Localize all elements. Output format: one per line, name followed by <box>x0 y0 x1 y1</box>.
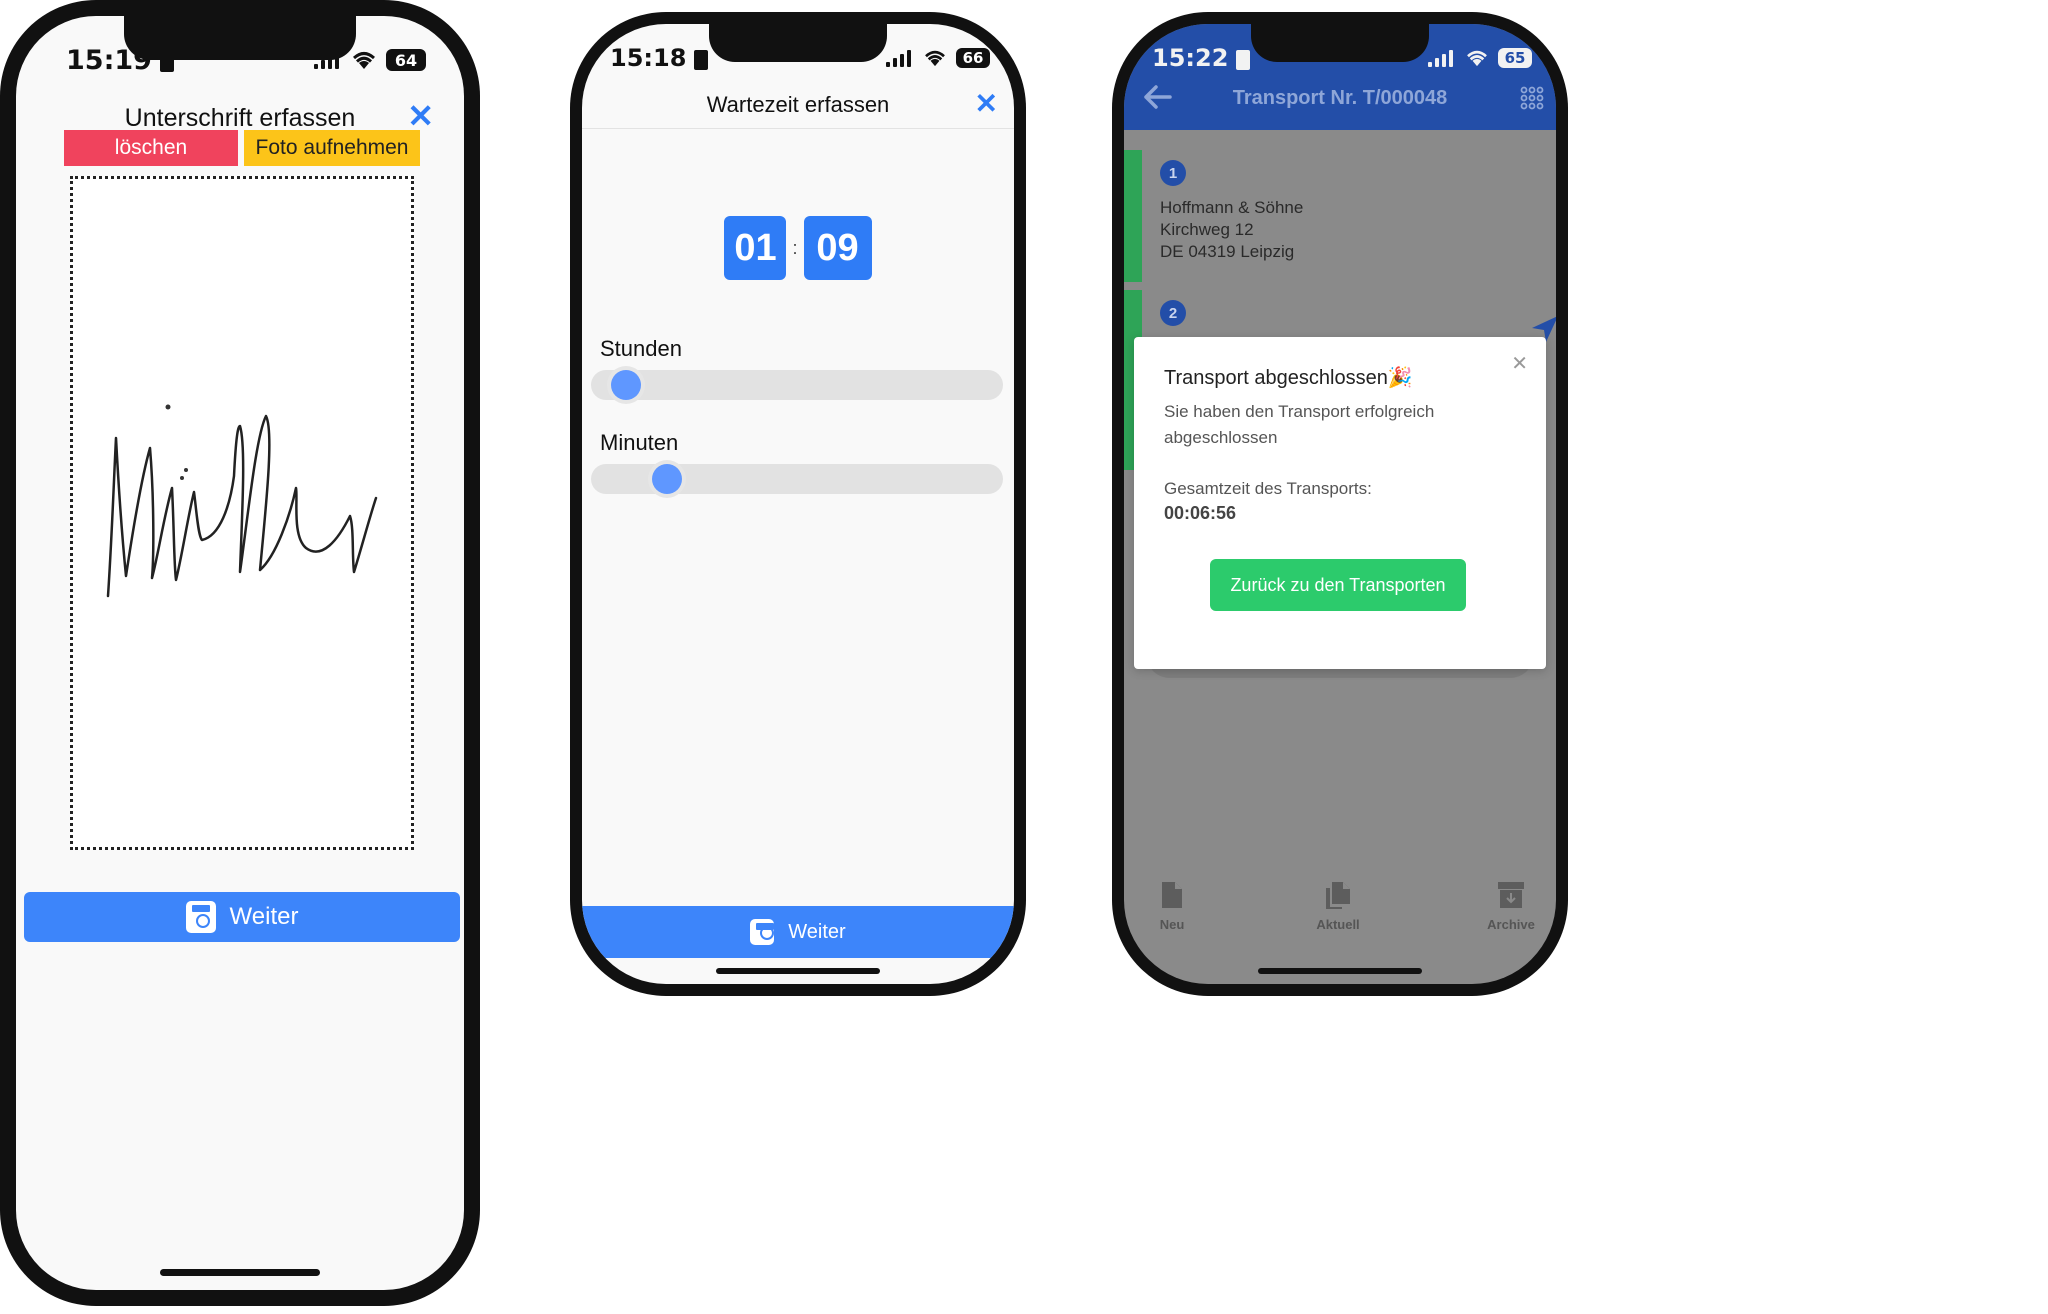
signal-icon <box>1428 49 1456 67</box>
grid-menu-icon[interactable] <box>1520 86 1544 110</box>
duration-value: 00:06:56 <box>1164 503 1237 523</box>
submit-button-label: Weiter <box>788 920 846 943</box>
signal-icon <box>886 49 914 67</box>
tab-bar: Neu Aktuell Archive <box>1124 880 1556 960</box>
hours-label: Stunden <box>600 336 682 361</box>
stop-city: DE 04319 Leipzig <box>1160 242 1295 261</box>
photo-button-label: Foto aufnehmen <box>255 136 409 159</box>
tab-archive[interactable]: Archive <box>1476 880 1546 932</box>
close-icon[interactable]: ✕ <box>1511 351 1528 376</box>
minutes-slider[interactable] <box>591 460 1003 498</box>
phone-wait-time: 15:18 66 Wartezeit erfassen ✕ 01 : 09 St… <box>570 12 1026 996</box>
back-to-transports-button[interactable]: Zurück zu den Transporten <box>1210 559 1466 611</box>
close-icon[interactable]: ✕ <box>975 90 998 118</box>
timer-display: 01 : 09 <box>582 216 1014 280</box>
status-time: 15:18 <box>610 44 687 72</box>
file-icon <box>1162 882 1182 908</box>
stop-number-badge: 2 <box>1160 300 1186 326</box>
timer-hours: 01 <box>724 216 787 280</box>
stop-name: Hoffmann & Söhne <box>1160 198 1304 217</box>
tab-new-label: Neu <box>1159 917 1185 932</box>
tab-current[interactable]: Aktuell <box>1298 880 1378 932</box>
page-title: Unterschrift erfassen <box>124 104 356 132</box>
battery-icon: 65 <box>1498 48 1532 68</box>
hours-slider-thumb[interactable] <box>606 366 645 404</box>
completion-modal: ✕ Transport abgeschlossen🎉 Sie haben den… <box>1134 337 1546 669</box>
modal-message: Sie haben den Transport erfolgreich abge… <box>1164 402 1435 447</box>
clear-button-label: löschen <box>114 136 188 159</box>
submit-button[interactable]: Weiter <box>24 892 460 942</box>
phone-transport-complete: 15:22 65 Transport Nr. T/000048 1 Hoffma… <box>1112 12 1568 996</box>
save-icon <box>750 919 775 945</box>
signature-pad[interactable]: Müller <box>70 176 414 850</box>
party-icon: 🎉 <box>1387 365 1413 389</box>
header-title: Transport Nr. T/000048 <box>1232 87 1448 109</box>
header-divider <box>582 128 1014 129</box>
tab-archive-label: Archive <box>1487 917 1535 932</box>
tab-new[interactable]: Neu <box>1142 880 1202 932</box>
home-indicator <box>1258 968 1422 974</box>
home-indicator <box>716 968 880 974</box>
archive-icon <box>1498 882 1524 908</box>
transport-screen: 15:22 65 Transport Nr. T/000048 1 Hoffma… <box>1124 24 1556 984</box>
timer-separator: : <box>792 237 798 258</box>
battery-icon: 64 <box>386 49 426 71</box>
save-icon <box>185 901 216 933</box>
photo-button[interactable]: Foto aufnehmen <box>244 130 420 166</box>
hours-slider[interactable] <box>591 366 1003 404</box>
stop-accent <box>1124 150 1142 282</box>
phone-signature: 15:19 64 Unterschrift erfassen ✕ löschen… <box>0 0 480 1306</box>
notch <box>709 24 887 62</box>
tab-current-label: Aktuell <box>1316 917 1360 932</box>
submit-button-label: Weiter <box>229 903 299 930</box>
wifi-icon <box>352 52 376 69</box>
modal-title-text: Transport abgeschlossen <box>1164 367 1388 389</box>
minutes-label: Minuten <box>600 430 679 455</box>
modal-title: Transport abgeschlossen🎉 <box>1164 365 1413 390</box>
files-icon <box>1326 882 1350 909</box>
wait-time-screen: 15:18 66 Wartezeit erfassen ✕ 01 : 09 St… <box>582 24 1014 984</box>
clear-button[interactable]: löschen <box>64 130 238 166</box>
back-to-transports-label: Zurück zu den Transporten <box>1230 574 1446 595</box>
notch <box>1251 24 1429 62</box>
lock-icon <box>1236 50 1251 70</box>
stop-street: Kirchweg 12 <box>1160 220 1254 239</box>
signature-screen: 15:19 64 Unterschrift erfassen ✕ löschen… <box>16 16 464 1290</box>
stop-number-badge: 1 <box>1160 160 1186 186</box>
signature-drawing <box>106 404 378 598</box>
close-icon[interactable]: ✕ <box>407 100 434 132</box>
page-title: Wartezeit erfassen <box>706 92 890 117</box>
submit-button[interactable]: Weiter <box>582 906 1014 958</box>
home-indicator <box>160 1269 320 1276</box>
timer-minutes: 09 <box>803 216 872 280</box>
notch <box>124 16 356 60</box>
wifi-icon <box>925 50 945 67</box>
status-time: 15:22 <box>1152 44 1229 72</box>
lock-icon <box>694 50 709 70</box>
battery-icon: 66 <box>956 48 990 68</box>
wifi-icon <box>1467 50 1487 67</box>
stop-card[interactable]: 1 Hoffmann & Söhne Kirchweg 12 DE 04319 … <box>1124 150 1556 282</box>
minutes-slider-thumb[interactable] <box>648 460 687 498</box>
duration-label: Gesamtzeit des Transports: <box>1164 479 1372 498</box>
